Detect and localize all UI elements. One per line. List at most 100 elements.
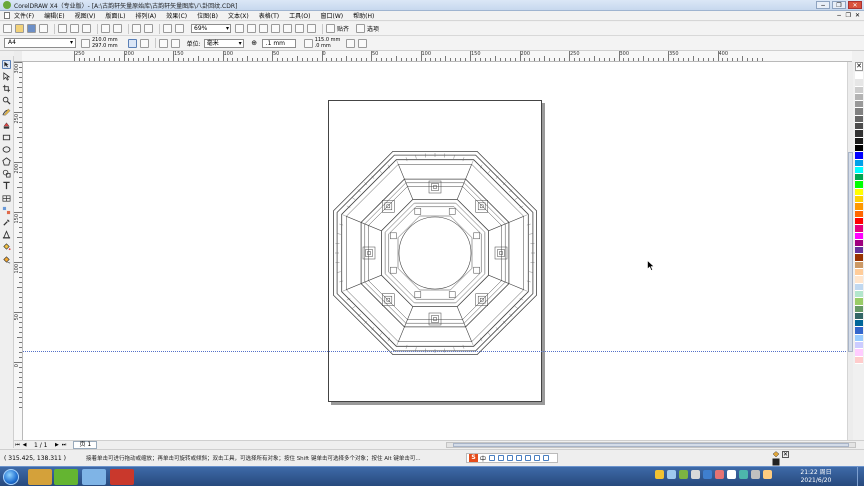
palette-swatch[interactable]	[855, 86, 863, 94]
basic-shapes-tool-icon[interactable]	[2, 169, 11, 178]
taskbar-app-3[interactable]	[82, 469, 106, 485]
doc-close-button[interactable]: ✕	[855, 12, 860, 19]
palette-swatch[interactable]	[855, 188, 863, 197]
toolbox-icon[interactable]	[534, 455, 541, 461]
palette-swatch[interactable]	[855, 217, 863, 226]
new-document-icon[interactable]	[3, 24, 12, 33]
print-icon[interactable]	[39, 24, 48, 33]
menu-effects[interactable]: 效果(C)	[166, 11, 187, 20]
paste-icon[interactable]	[82, 24, 91, 33]
eyedropper-tool-icon[interactable]	[2, 218, 11, 227]
open-icon[interactable]	[15, 24, 24, 33]
keyboard-icon[interactable]	[516, 455, 523, 461]
freehand-tool-icon[interactable]	[2, 108, 11, 117]
save-icon[interactable]	[27, 24, 36, 33]
palette-swatch[interactable]	[855, 247, 863, 255]
doc-restore-button[interactable]: ❐	[846, 12, 851, 19]
ime-settings-icon[interactable]	[543, 455, 550, 461]
all-pages-icon[interactable]	[158, 38, 168, 48]
menu-window[interactable]: 窗口(W)	[321, 11, 344, 20]
palette-swatch[interactable]	[855, 115, 863, 124]
zoom-level-select[interactable]: 69%	[191, 24, 231, 33]
tray-icon-3[interactable]	[679, 470, 688, 479]
voice-icon[interactable]	[507, 455, 514, 461]
import-icon[interactable]	[132, 24, 141, 33]
palette-swatch[interactable]	[855, 312, 863, 321]
palette-swatch[interactable]	[855, 305, 863, 313]
drawing-canvas[interactable]	[23, 62, 852, 440]
horizontal-ruler[interactable]: 250 200 150 100 50 0 50 100 150 200 250 300 350 400	[22, 51, 852, 62]
tray-icon-2[interactable]	[667, 470, 676, 479]
palette-swatch[interactable]	[855, 210, 863, 218]
smart-fill-tool-icon[interactable]	[2, 121, 11, 130]
palette-swatch[interactable]	[855, 239, 863, 248]
minimize-button[interactable]: −	[816, 1, 830, 9]
sogou-ime-logo[interactable]: S	[469, 454, 478, 462]
draw-mode-icon[interactable]	[358, 38, 368, 48]
horizontal-guideline[interactable]	[23, 351, 852, 352]
horizontal-scroll-thumb[interactable]	[453, 443, 849, 447]
vertical-scrollbar[interactable]	[847, 62, 853, 440]
current-page-icon[interactable]	[170, 38, 180, 48]
palette-swatch[interactable]	[855, 356, 863, 364]
portrait-icon[interactable]	[127, 38, 137, 48]
skin-icon[interactable]	[525, 455, 532, 461]
tray-icon-6[interactable]	[715, 470, 724, 479]
show-desktop-button[interactable]	[857, 467, 864, 486]
taskbar-app-4[interactable]	[110, 469, 134, 485]
duplicate-y-field[interactable]: .0 mm	[315, 43, 341, 49]
menu-view[interactable]: 视图(V)	[75, 11, 96, 20]
palette-swatch[interactable]	[855, 320, 863, 328]
menu-tools[interactable]: 工具(O)	[289, 11, 310, 20]
palette-swatch[interactable]	[855, 196, 863, 204]
start-button[interactable]	[3, 469, 19, 485]
palette-swatch[interactable]	[855, 254, 863, 262]
palette-swatch[interactable]	[855, 159, 863, 167]
palette-swatch[interactable]	[855, 79, 863, 87]
next-page-button[interactable]: ▶	[53, 442, 60, 448]
no-color-swatch[interactable]: ✕	[855, 62, 863, 71]
palette-swatch[interactable]	[855, 93, 863, 102]
ellipse-tool-icon[interactable]	[2, 145, 11, 154]
palette-swatch[interactable]	[855, 101, 863, 109]
vertical-ruler[interactable]: 300 250 200 150 100 50 0	[14, 62, 23, 440]
previous-page-button[interactable]: ◀	[21, 442, 28, 448]
palette-swatch[interactable]	[855, 276, 863, 284]
menu-file[interactable]: 文件(F)	[14, 11, 34, 20]
taskbar-app-2[interactable]	[54, 469, 78, 485]
page-tab-1[interactable]: 页 1	[73, 441, 98, 449]
menu-bitmaps[interactable]: 位图(B)	[197, 11, 218, 20]
zoom-out-icon[interactable]	[247, 24, 256, 33]
page-height-field[interactable]: 297.0 mm	[92, 43, 118, 49]
menu-arrange[interactable]: 排列(A)	[135, 11, 156, 20]
text-tool-icon[interactable]	[2, 181, 11, 190]
close-button[interactable]: ✕	[848, 1, 862, 9]
interactive-fill-tool-icon[interactable]	[2, 255, 11, 264]
outline-tool-icon[interactable]	[2, 230, 11, 239]
menu-edit[interactable]: 编辑(E)	[44, 11, 64, 20]
palette-swatch[interactable]	[855, 123, 863, 131]
palette-swatch[interactable]	[855, 144, 863, 153]
palette-swatch[interactable]	[855, 137, 863, 145]
zoom-tool-icon[interactable]	[2, 96, 11, 105]
palette-swatch[interactable]	[855, 298, 863, 306]
options-button[interactable]: 选项	[356, 24, 379, 33]
tray-icon-7[interactable]	[727, 470, 736, 479]
tray-icon-5[interactable]	[703, 470, 712, 479]
palette-swatch[interactable]	[855, 327, 863, 335]
zoom-in-icon[interactable]	[235, 24, 244, 33]
palette-swatch[interactable]	[855, 232, 863, 240]
palette-swatch[interactable]	[855, 225, 863, 233]
doc-minimize-button[interactable]: −	[837, 12, 842, 19]
copy-icon[interactable]	[70, 24, 79, 33]
welcome-screen-icon[interactable]	[175, 24, 184, 33]
palette-swatch[interactable]	[855, 261, 863, 270]
menu-table[interactable]: 表格(T)	[259, 11, 279, 20]
zoom-page-icon[interactable]	[283, 24, 292, 33]
tray-icon-9[interactable]	[751, 470, 760, 479]
maximize-button[interactable]: ❐	[832, 1, 846, 9]
menu-help[interactable]: 帮助(H)	[353, 11, 374, 20]
table-tool-icon[interactable]	[2, 194, 11, 203]
palette-swatch[interactable]	[855, 283, 863, 291]
snap-to-button[interactable]: 贴齐	[326, 24, 349, 33]
